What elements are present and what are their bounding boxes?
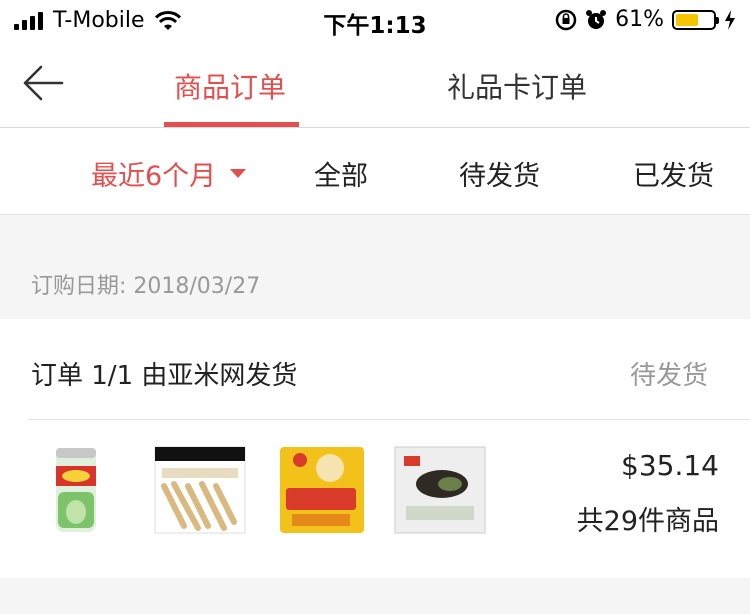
status-bar: T-Mobile 下午1:13 61% bbox=[0, 0, 750, 40]
divider bbox=[27, 419, 750, 420]
back-arrow-icon[interactable] bbox=[22, 64, 64, 102]
product-thumbnail-snack-bag[interactable] bbox=[154, 446, 246, 534]
product-thumbnail-drink-can[interactable] bbox=[36, 446, 128, 534]
order-date: 订购日期: 2018/03/27 bbox=[31, 274, 261, 299]
filter-pending[interactable]: 待发货 bbox=[459, 154, 540, 193]
filter-recent-months[interactable]: 最近6个月 bbox=[91, 154, 247, 193]
charging-icon bbox=[725, 9, 735, 30]
filter-bar: 最近6个月 全部 待发货 已发货 bbox=[0, 128, 750, 215]
tab-goods-orders[interactable]: 商品订单 bbox=[174, 66, 286, 106]
tab-gift-card-orders[interactable]: 礼品卡订单 bbox=[447, 66, 587, 106]
product-thumbnail-chips[interactable] bbox=[278, 446, 370, 534]
battery-percent: 61% bbox=[615, 7, 664, 32]
rotation-lock-icon bbox=[555, 9, 577, 30]
filter-shipped[interactable]: 已发货 bbox=[633, 154, 714, 193]
alarm-icon bbox=[586, 9, 607, 29]
header: 商品订单 礼品卡订单 bbox=[0, 40, 750, 128]
filter-all[interactable]: 全部 bbox=[314, 154, 368, 193]
battery-fill bbox=[676, 13, 698, 26]
order-price: $35.14 bbox=[621, 449, 719, 482]
active-tab-indicator bbox=[164, 122, 299, 127]
filter-recent-label: 最近6个月 bbox=[91, 161, 217, 192]
product-thumbnail-preserved-egg[interactable] bbox=[394, 446, 486, 534]
caret-down-icon bbox=[230, 169, 247, 178]
status-right: 61% bbox=[555, 7, 736, 32]
order-title: 订单 1/1 由亚米网发货 bbox=[31, 361, 298, 391]
order-item-count: 共29件商品 bbox=[576, 506, 719, 537]
order-card[interactable]: 订单 1/1 由亚米网发货 待发货 $35.14 共29件商品 bbox=[0, 319, 750, 578]
order-status: 待发货 bbox=[629, 361, 708, 391]
battery-icon bbox=[672, 9, 719, 30]
